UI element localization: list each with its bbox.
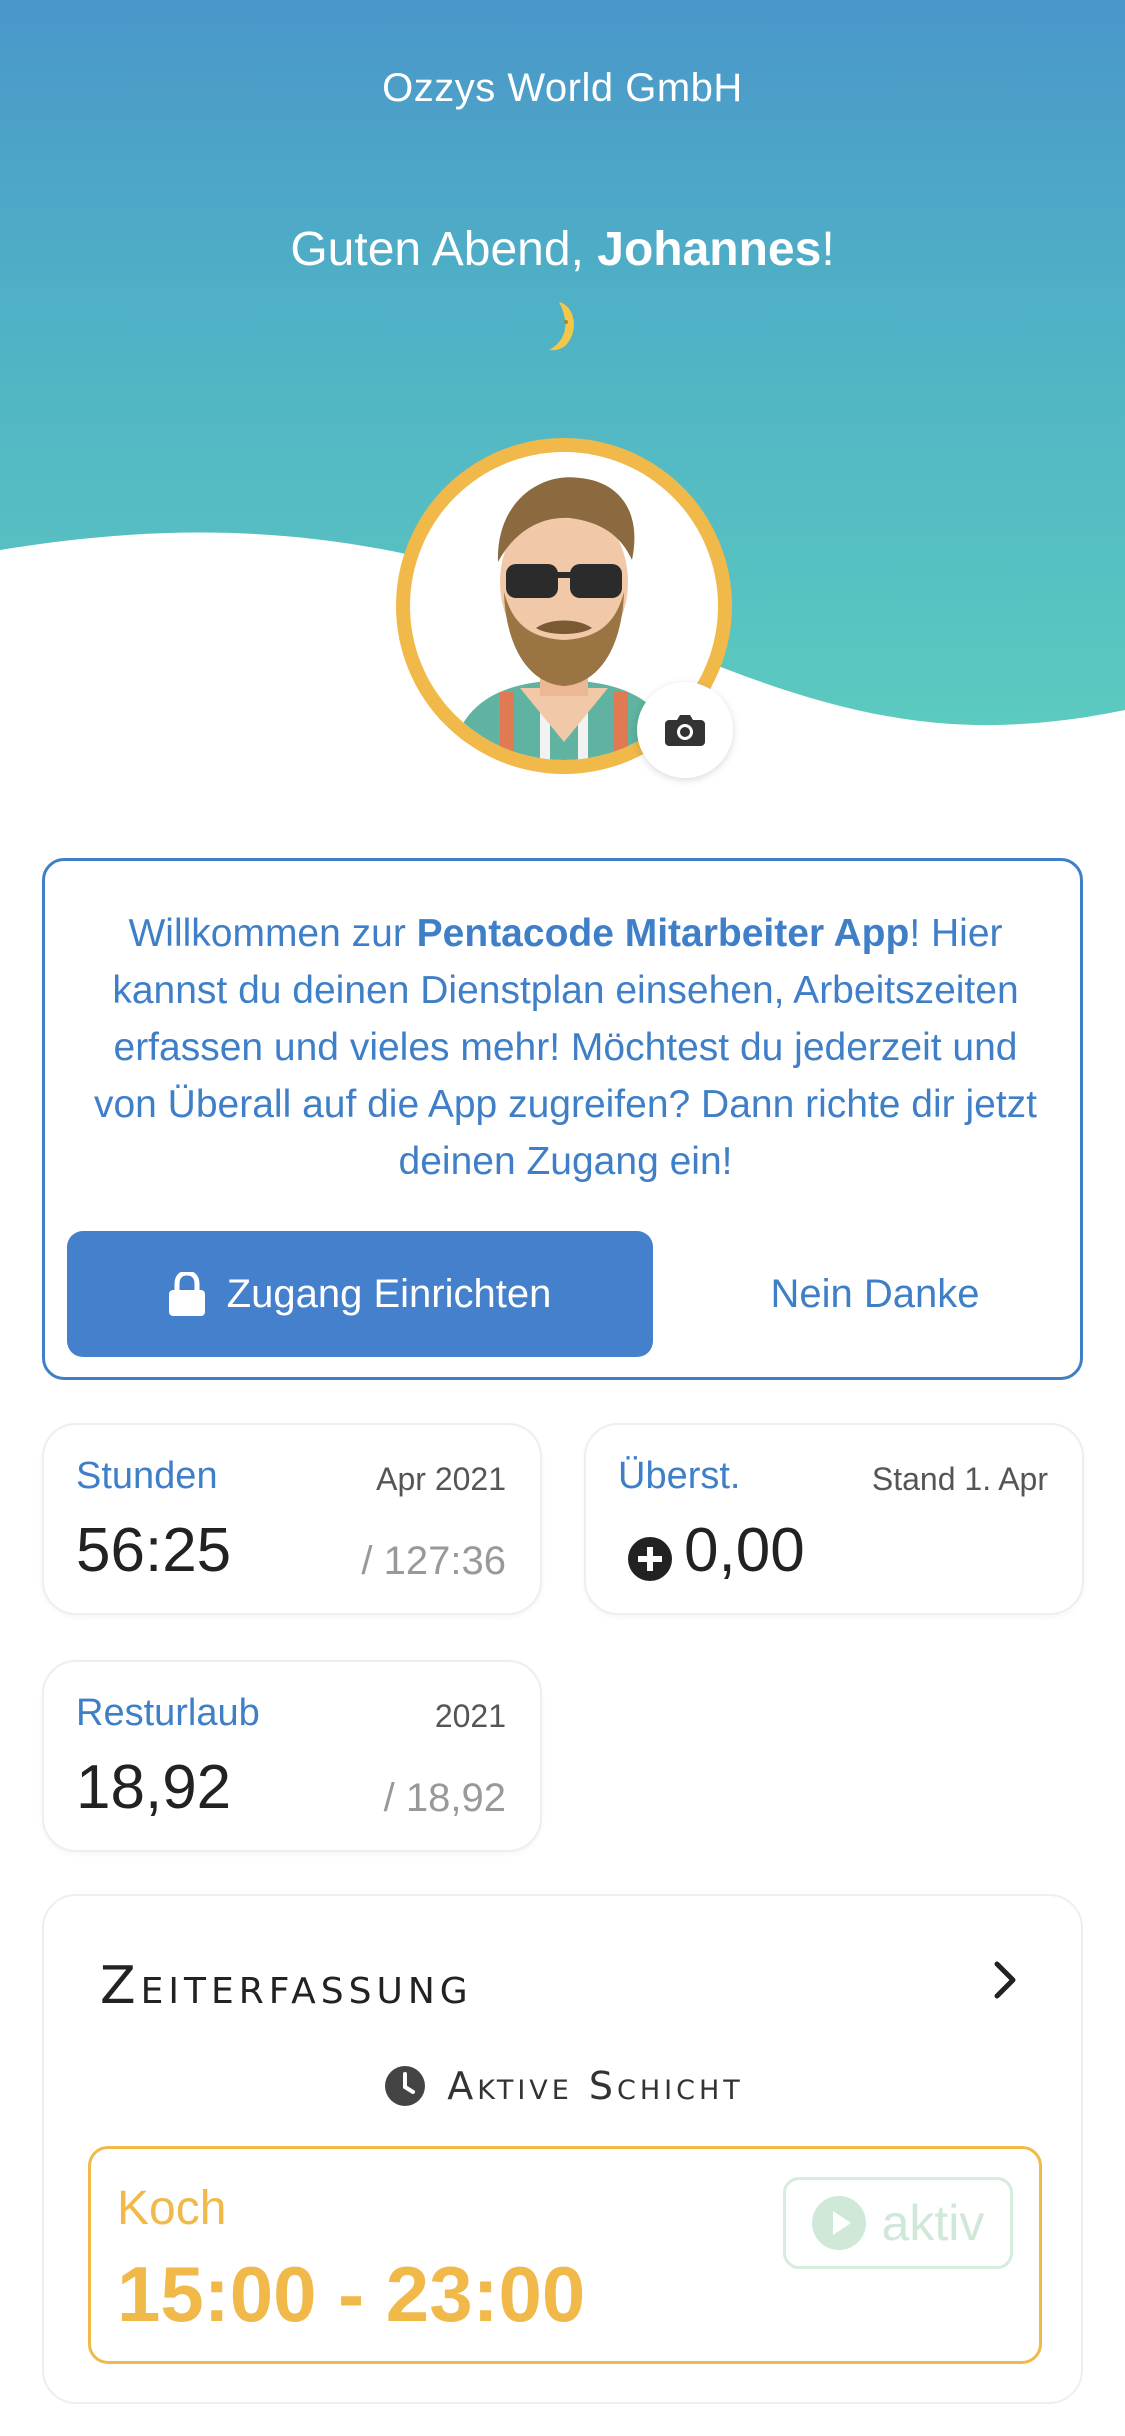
vacation-period: 2021 xyxy=(434,1698,506,1734)
crescent-moon-icon xyxy=(549,302,574,351)
chevron-right-icon[interactable] xyxy=(989,1960,1019,2000)
welcome-message: Willkommen zur Pentacode Mitarbeiter App… xyxy=(85,905,1046,1190)
greeting: Guten Abend, Johannes! xyxy=(0,222,1125,277)
hours-card[interactable]: Stunden Apr 2021 56:25 / 127:36 xyxy=(42,1423,542,1615)
clock-icon xyxy=(385,2066,426,2106)
time-tracking-card: Zeiterfassung Aktive Schicht Koch 15:00 … xyxy=(42,1894,1083,2404)
app-name: Pentacode Mitarbeiter App xyxy=(416,912,910,955)
company-name: Ozzys World GmbH xyxy=(382,66,743,110)
vacation-value: 18,92 xyxy=(76,1753,232,1822)
hours-label: Stunden xyxy=(76,1455,218,1497)
hours-total: / 127:36 xyxy=(361,1539,506,1583)
time-tracking-title: Zeiterfassung xyxy=(100,1956,473,2016)
vacation-label: Resturlaub xyxy=(76,1692,260,1734)
shift-time: 15:00 - 23:00 xyxy=(117,2250,586,2338)
active-shift-label: Aktive Schicht xyxy=(447,2064,744,2108)
overtime-period: Stand 1. Apr xyxy=(871,1461,1048,1497)
active-shift-card[interactable]: Koch 15:00 - 23:00 aktiv xyxy=(88,2146,1042,2364)
vacation-total: / 18,92 xyxy=(383,1776,506,1820)
greeting-suffix: ! xyxy=(821,223,835,276)
overtime-card[interactable]: Überst. Stand 1. Apr 0,00 xyxy=(584,1423,1084,1615)
setup-access-label: Zugang Einrichten xyxy=(226,1271,552,1316)
status-label: aktiv xyxy=(881,2195,985,2251)
greeting-prefix: Guten Abend, xyxy=(290,223,584,276)
no-thanks-button[interactable]: Nein Danke xyxy=(685,1231,1065,1357)
setup-access-button[interactable]: Zugang Einrichten xyxy=(67,1231,653,1357)
welcome-text-before: Willkommen zur xyxy=(128,912,417,955)
lock-icon xyxy=(168,1272,205,1316)
camera-icon xyxy=(665,715,705,746)
change-photo-button[interactable] xyxy=(637,682,733,778)
status-badge: aktiv xyxy=(783,2177,1013,2269)
shift-role: Koch xyxy=(117,2182,227,2235)
play-circle-icon xyxy=(811,2196,866,2250)
plus-circle-icon xyxy=(628,1537,672,1581)
overtime-label: Überst. xyxy=(618,1455,741,1497)
vacation-card[interactable]: Resturlaub 2021 18,92 / 18,92 xyxy=(42,1660,542,1852)
active-shift-heading: Aktive Schicht xyxy=(44,2064,1085,2108)
welcome-card: Willkommen zur Pentacode Mitarbeiter App… xyxy=(42,858,1083,1380)
hours-value: 56:25 xyxy=(76,1516,232,1585)
overtime-value: 0,00 xyxy=(684,1516,805,1585)
hours-period: Apr 2021 xyxy=(376,1461,506,1497)
user-name: Johannes xyxy=(597,223,822,276)
